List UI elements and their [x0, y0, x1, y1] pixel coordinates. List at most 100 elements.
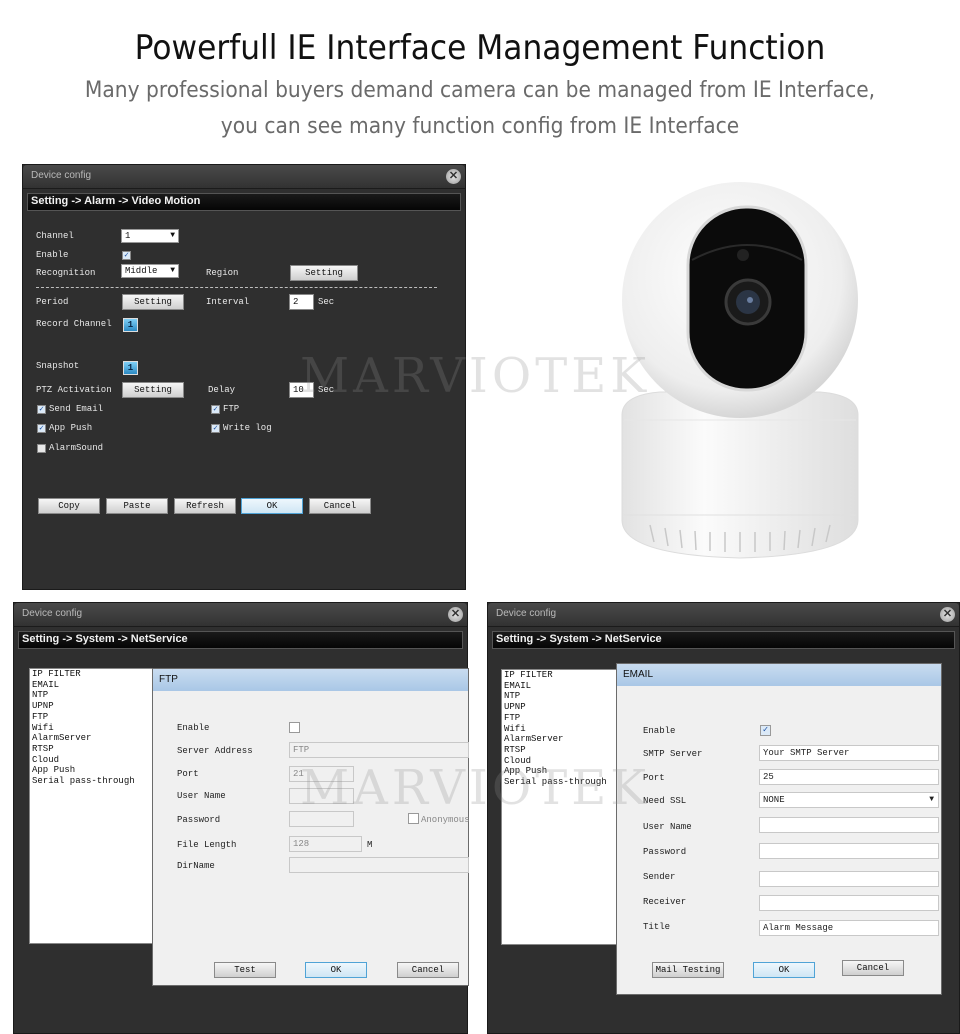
password-label: Password	[177, 815, 221, 825]
list-item[interactable]: IP FILTER	[30, 669, 158, 680]
list-item[interactable]: AlarmServer	[30, 733, 158, 744]
password-label: Password	[643, 847, 687, 857]
port-input[interactable]: 25	[759, 769, 939, 785]
write-log-checkbox[interactable]: ✓	[211, 424, 220, 433]
list-item[interactable]: Cloud	[502, 756, 618, 767]
window-title: Device config	[31, 170, 92, 181]
cancel-button[interactable]: Cancel	[309, 498, 371, 514]
list-item[interactable]: IP FILTER	[502, 670, 618, 681]
title-label: Title	[643, 922, 671, 932]
enable-label: Enable	[643, 726, 676, 736]
list-item[interactable]: Cloud	[30, 755, 158, 766]
window-title: Device config	[22, 608, 83, 619]
delay-unit: Sec	[318, 385, 335, 395]
server-address-input[interactable]: FTP	[289, 742, 469, 758]
interval-unit: Sec	[318, 297, 335, 307]
list-item[interactable]: Wifi	[30, 723, 158, 734]
ok-button[interactable]: OK	[241, 498, 303, 514]
list-item[interactable]: Serial pass-through	[30, 776, 158, 787]
send-email-checkbox[interactable]: ✓	[37, 405, 46, 414]
close-icon[interactable]: ✕	[446, 169, 461, 184]
netservice-list[interactable]: IP FILTER EMAIL NTP UPNP FTP Wifi AlarmS…	[501, 669, 619, 945]
sender-input[interactable]	[759, 871, 939, 887]
send-email-label: Send Email	[49, 404, 104, 414]
netservice-list[interactable]: IP FILTER EMAIL NTP UPNP FTP Wifi AlarmS…	[29, 668, 159, 944]
password-input[interactable]	[759, 843, 939, 859]
list-item[interactable]: NTP	[30, 690, 158, 701]
file-length-unit: M	[367, 840, 373, 850]
list-item[interactable]: UPNP	[502, 702, 618, 713]
port-input[interactable]: 21	[289, 766, 354, 782]
receiver-input[interactable]	[759, 895, 939, 911]
refresh-button[interactable]: Refresh	[174, 498, 236, 514]
ok-button[interactable]: OK	[305, 962, 367, 978]
period-label: Period	[36, 297, 69, 307]
alarm-sound-checkbox[interactable]	[37, 444, 46, 453]
close-icon[interactable]: ✕	[448, 607, 463, 622]
need-ssl-label: Need SSL	[643, 796, 687, 806]
smtp-server-input[interactable]: Your SMTP Server	[759, 745, 939, 761]
copy-button[interactable]: Copy	[38, 498, 100, 514]
interval-label: Interval	[206, 297, 250, 307]
anonymous-checkbox[interactable]	[408, 813, 419, 824]
list-item[interactable]: RTSP	[502, 745, 618, 756]
snapshot-channel-1-toggle[interactable]: 1	[123, 361, 138, 375]
interval-input[interactable]: 2	[289, 294, 314, 310]
region-setting-button[interactable]: Setting	[290, 265, 358, 281]
channel-label: Channel	[36, 231, 74, 241]
mail-testing-button[interactable]: Mail Testing	[652, 962, 724, 978]
period-setting-button[interactable]: Setting	[122, 294, 184, 310]
app-push-label: App Push	[49, 423, 93, 433]
cancel-button[interactable]: Cancel	[397, 962, 459, 978]
delay-input[interactable]: 10	[289, 382, 314, 398]
recognition-label: Recognition	[36, 268, 96, 278]
list-item[interactable]: App Push	[30, 765, 158, 776]
password-input[interactable]	[289, 811, 354, 827]
close-icon[interactable]: ✕	[940, 607, 955, 622]
list-item[interactable]: FTP	[30, 712, 158, 723]
user-name-input[interactable]	[759, 817, 939, 833]
record-channel-1-toggle[interactable]: 1	[123, 318, 138, 332]
list-item[interactable]: FTP	[502, 713, 618, 724]
paste-button[interactable]: Paste	[106, 498, 168, 514]
recognition-select[interactable]: Middle ▼	[121, 264, 179, 278]
need-ssl-select[interactable]: NONE ▼	[759, 792, 939, 808]
list-item[interactable]: NTP	[502, 691, 618, 702]
user-name-input[interactable]	[289, 788, 354, 804]
title-input[interactable]: Alarm Message	[759, 920, 939, 936]
dialog-titlebar: EMAIL	[617, 664, 941, 686]
file-length-label: File Length	[177, 840, 237, 850]
ptz-setting-button[interactable]: Setting	[122, 382, 184, 398]
ok-button[interactable]: OK	[753, 962, 815, 978]
list-item[interactable]: RTSP	[30, 744, 158, 755]
port-label: Port	[177, 769, 199, 779]
list-item[interactable]: AlarmServer	[502, 734, 618, 745]
divider	[36, 287, 437, 288]
enable-checkbox[interactable]: ✓	[122, 251, 131, 260]
list-item[interactable]: Serial pass-through	[502, 777, 618, 788]
need-ssl-value: NONE	[763, 795, 785, 805]
list-item[interactable]: EMAIL	[30, 680, 158, 691]
record-channel-label: Record Channel	[36, 319, 112, 329]
test-button[interactable]: Test	[214, 962, 276, 978]
list-item[interactable]: EMAIL	[502, 681, 618, 692]
list-item[interactable]: Wifi	[502, 724, 618, 735]
cancel-button[interactable]: Cancel	[842, 960, 904, 976]
ftp-checkbox[interactable]: ✓	[211, 405, 220, 414]
enable-checkbox[interactable]: ✓	[760, 725, 771, 736]
breadcrumb: Setting -> System -> NetService	[18, 631, 463, 649]
list-item[interactable]: App Push	[502, 766, 618, 777]
channel-value: 1	[125, 231, 131, 241]
channel-select[interactable]: 1 ▼	[121, 229, 179, 243]
breadcrumb: Setting -> System -> NetService	[492, 631, 955, 649]
enable-checkbox[interactable]	[289, 722, 300, 733]
dialog-title: FTP	[159, 674, 178, 685]
dirname-input[interactable]	[289, 857, 469, 873]
app-push-checkbox[interactable]: ✓	[37, 424, 46, 433]
file-length-input[interactable]: 128	[289, 836, 362, 852]
port-label: Port	[643, 773, 665, 783]
device-config-window-email: Device config ✕ Setting -> System -> Net…	[487, 602, 960, 1034]
chevron-down-icon: ▼	[929, 795, 934, 804]
page-subtitle-line2: you can see many function config from IE…	[220, 114, 740, 139]
list-item[interactable]: UPNP	[30, 701, 158, 712]
